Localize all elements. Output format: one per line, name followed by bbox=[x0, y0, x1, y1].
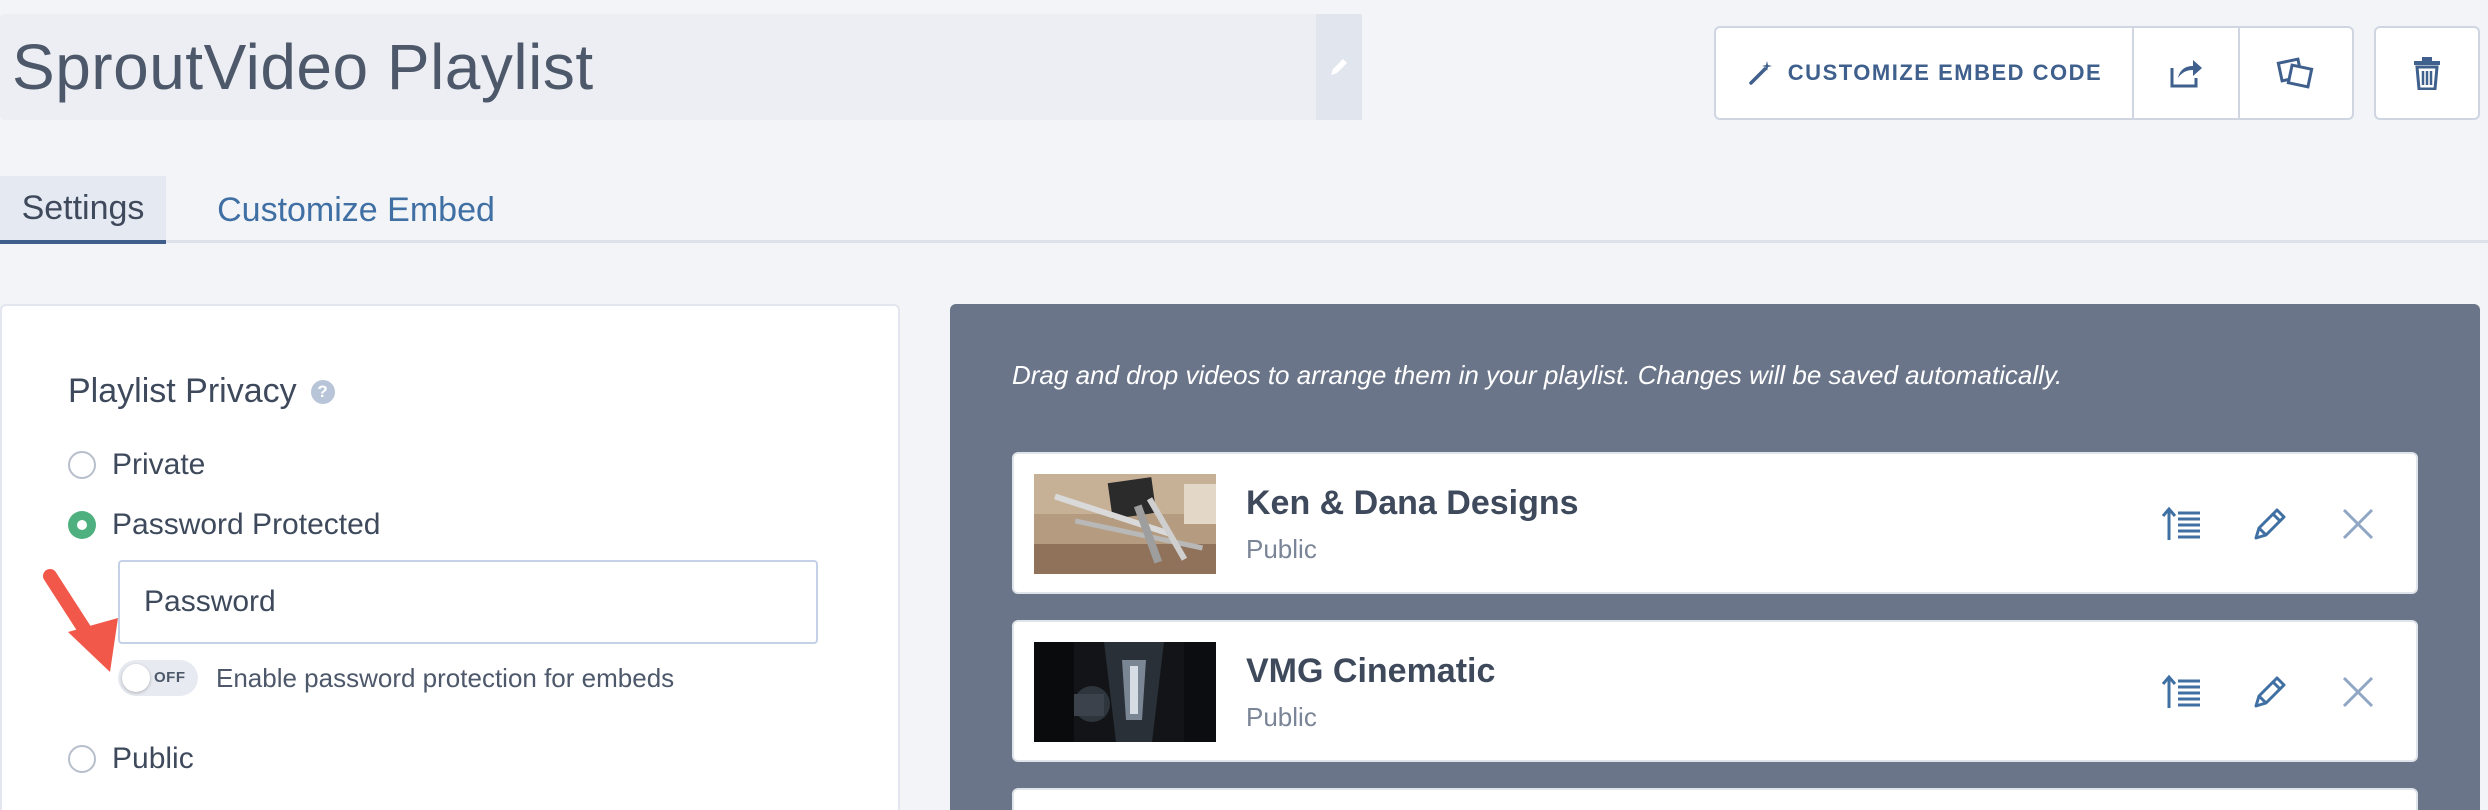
video-title: VMG Cinematic bbox=[1246, 652, 1496, 690]
pencil-icon bbox=[2254, 508, 2286, 540]
radio-label-private: Private bbox=[112, 448, 206, 481]
close-icon bbox=[2342, 508, 2374, 540]
playlist-video-item[interactable]: VMG Cinematic Public bbox=[1012, 620, 2418, 762]
share-icon bbox=[2170, 60, 2202, 88]
magic-wand-icon bbox=[1749, 61, 1772, 85]
share-button[interactable] bbox=[2134, 28, 2240, 118]
embed-password-toggle-row: OFF Enable password protection for embed… bbox=[118, 660, 674, 696]
drag-drop-hint: Drag and drop videos to arrange them in … bbox=[1012, 360, 2063, 390]
help-icon[interactable]: ? bbox=[310, 379, 335, 404]
copy-icon bbox=[2276, 57, 2314, 89]
move-to-top-button[interactable] bbox=[2158, 668, 2206, 716]
toggle-state: OFF bbox=[154, 669, 186, 686]
privacy-option-password-protected[interactable]: Password Protected bbox=[68, 508, 380, 542]
move-to-top-icon bbox=[2162, 674, 2200, 708]
annotation-arrow-icon bbox=[43, 569, 118, 672]
video-privacy-status: Public bbox=[1246, 702, 1317, 732]
privacy-panel: Playlist Privacy ? Private Password Prot… bbox=[0, 304, 900, 810]
radio-password-protected[interactable] bbox=[68, 511, 96, 539]
playlist-title-field[interactable]: SproutVideo Playlist bbox=[0, 14, 1362, 120]
move-to-top-icon bbox=[2162, 506, 2200, 540]
privacy-section-title: Playlist Privacy ? bbox=[68, 372, 335, 411]
privacy-option-private[interactable]: Private bbox=[68, 448, 205, 482]
trash-icon bbox=[2414, 57, 2440, 90]
move-to-top-button[interactable] bbox=[2158, 500, 2206, 548]
remove-video-button[interactable] bbox=[2334, 668, 2382, 716]
edit-video-button[interactable] bbox=[2246, 668, 2294, 716]
pencil-icon bbox=[1331, 59, 1347, 75]
password-input[interactable] bbox=[118, 560, 818, 644]
delete-button[interactable] bbox=[2374, 26, 2480, 120]
customize-embed-code-button[interactable]: CUSTOMIZE EMBED CODE bbox=[1716, 28, 2134, 118]
playlist-panel: Drag and drop videos to arrange them in … bbox=[950, 304, 2480, 810]
privacy-option-public[interactable]: Public bbox=[68, 742, 194, 776]
radio-label-password-protected: Password Protected bbox=[112, 508, 381, 541]
video-thumbnail[interactable] bbox=[1034, 474, 1216, 574]
edit-title-button[interactable] bbox=[1316, 14, 1362, 120]
pencil-icon bbox=[2254, 676, 2286, 708]
radio-label-public: Public bbox=[112, 742, 194, 775]
playlist-video-item[interactable] bbox=[1012, 788, 2418, 810]
embed-password-toggle[interactable]: OFF bbox=[118, 660, 198, 696]
video-title: Ken & Dana Designs bbox=[1246, 484, 1579, 522]
copy-button[interactable] bbox=[2240, 28, 2352, 118]
privacy-title-text: Playlist Privacy bbox=[68, 372, 297, 410]
edit-video-button[interactable] bbox=[2246, 500, 2294, 548]
embed-password-toggle-label: Enable password protection for embeds bbox=[216, 662, 675, 693]
close-icon bbox=[2342, 676, 2374, 708]
video-privacy-status: Public bbox=[1246, 534, 1317, 564]
playlist-video-item[interactable]: Ken & Dana Designs Public bbox=[1012, 452, 2418, 594]
radio-public[interactable] bbox=[68, 745, 96, 773]
tab-customize-embed[interactable]: Customize Embed bbox=[196, 176, 516, 244]
tab-settings[interactable]: Settings bbox=[0, 176, 166, 244]
page-title: SproutVideo Playlist bbox=[12, 31, 594, 103]
customize-embed-code-label: CUSTOMIZE EMBED CODE bbox=[1787, 60, 2103, 85]
remove-video-button[interactable] bbox=[2334, 500, 2382, 548]
radio-private[interactable] bbox=[68, 451, 96, 479]
video-thumbnail[interactable] bbox=[1034, 642, 1216, 742]
header-actions: CUSTOMIZE EMBED CODE bbox=[1714, 26, 2354, 120]
